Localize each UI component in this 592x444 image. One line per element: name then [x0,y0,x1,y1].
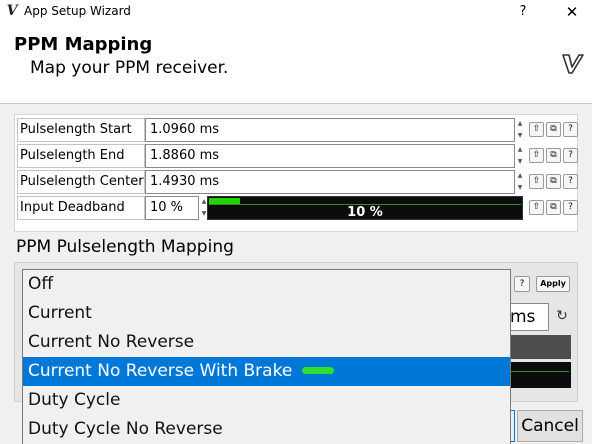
help-icon[interactable]: ? [563,200,578,215]
upload-icon[interactable]: ⇧ [529,174,544,189]
copy-icon[interactable]: ⧉ [546,148,561,163]
mapping-bar-line [505,371,569,372]
help-icon[interactable]: ? [563,148,578,163]
parameter-panel: Pulselength Start 1.0960 ms ▲ ▼ ⇧ ⧉ ? Pul… [14,114,578,232]
dropdown-option[interactable]: Current [23,299,510,328]
title-bar: V App Setup Wizard ? ✕ [0,0,592,24]
pulselength-end-input[interactable]: 1.8860 ms [145,144,515,168]
dropdown-option[interactable]: Duty Cycle [23,386,510,415]
input-deadband-input[interactable]: 10 % [145,196,199,220]
cancel-button[interactable]: Cancel [517,410,583,442]
dropdown-option-label: Current No Reverse [28,332,195,352]
control-mode-dropdown-list[interactable]: Off Current Current No Reverse Current No R… [22,269,511,444]
dropdown-option[interactable]: Off [23,270,510,299]
dropdown-option-label: Off [28,274,54,294]
param-label: Input Deadband [17,196,145,220]
copy-icon[interactable]: ⧉ [546,122,561,137]
help-icon[interactable]: ? [563,122,578,137]
dropdown-option-label: Duty Cycle [28,390,121,410]
deadband-bar-text: 10 % [347,205,383,220]
page-title: PPM Mapping [14,34,153,55]
mapping-value-bar [505,362,571,388]
highlight-mark-icon [302,366,335,374]
apply-button[interactable]: Apply [536,276,570,292]
copy-icon[interactable]: ⧉ [546,174,561,189]
brand-logo-icon [562,54,584,74]
page-subtitle: Map your PPM receiver. [30,58,229,78]
dropdown-option-label: Current [28,303,92,323]
param-label: Pulselength End [17,144,145,168]
upload-icon[interactable]: ⇧ [529,122,544,137]
dropdown-option[interactable]: Duty Cycle No Reverse [23,415,510,444]
dropdown-option-label: Current No Reverse With Brake [28,361,293,381]
pulselength-ms-field[interactable]: ms [505,303,549,331]
dropdown-option[interactable]: Current No Reverse [23,328,510,357]
refresh-icon[interactable]: ↻ [553,307,571,325]
spinner-arrows-icon[interactable]: ▲ ▼ [515,170,525,194]
mapping-help-icon[interactable]: ? [514,276,530,292]
pulselength-start-input[interactable]: 1.0960 ms [145,118,515,142]
copy-icon[interactable]: ⧉ [546,200,561,215]
close-button[interactable]: ✕ [560,1,584,23]
pulselength-center-input[interactable]: 1.4930 ms [145,170,515,194]
mapping-gray-bar [505,335,571,359]
spinner-arrows-icon[interactable]: ▲ ▼ [515,144,525,168]
spinner-arrows-icon[interactable]: ▲ ▼ [515,118,525,142]
help-icon[interactable]: ? [563,174,578,189]
wizard-header: PPM Mapping Map your PPM receiver. [0,24,592,104]
param-label: Pulselength Start [17,118,145,142]
section-title-ppm-mapping: PPM Pulselength Mapping [16,237,234,257]
app-logo-icon: V [6,3,18,19]
dropdown-option-label: Duty Cycle No Reverse [28,419,223,439]
window-title: App Setup Wizard [24,4,131,18]
param-label: Pulselength Center [17,170,145,194]
help-button[interactable]: ? [512,2,534,22]
upload-icon[interactable]: ⇧ [529,148,544,163]
dropdown-option[interactable]: Current No Reverse With Brake [23,357,510,386]
upload-icon[interactable]: ⇧ [529,200,544,215]
deadband-progress-bar: 10 % [207,196,523,220]
